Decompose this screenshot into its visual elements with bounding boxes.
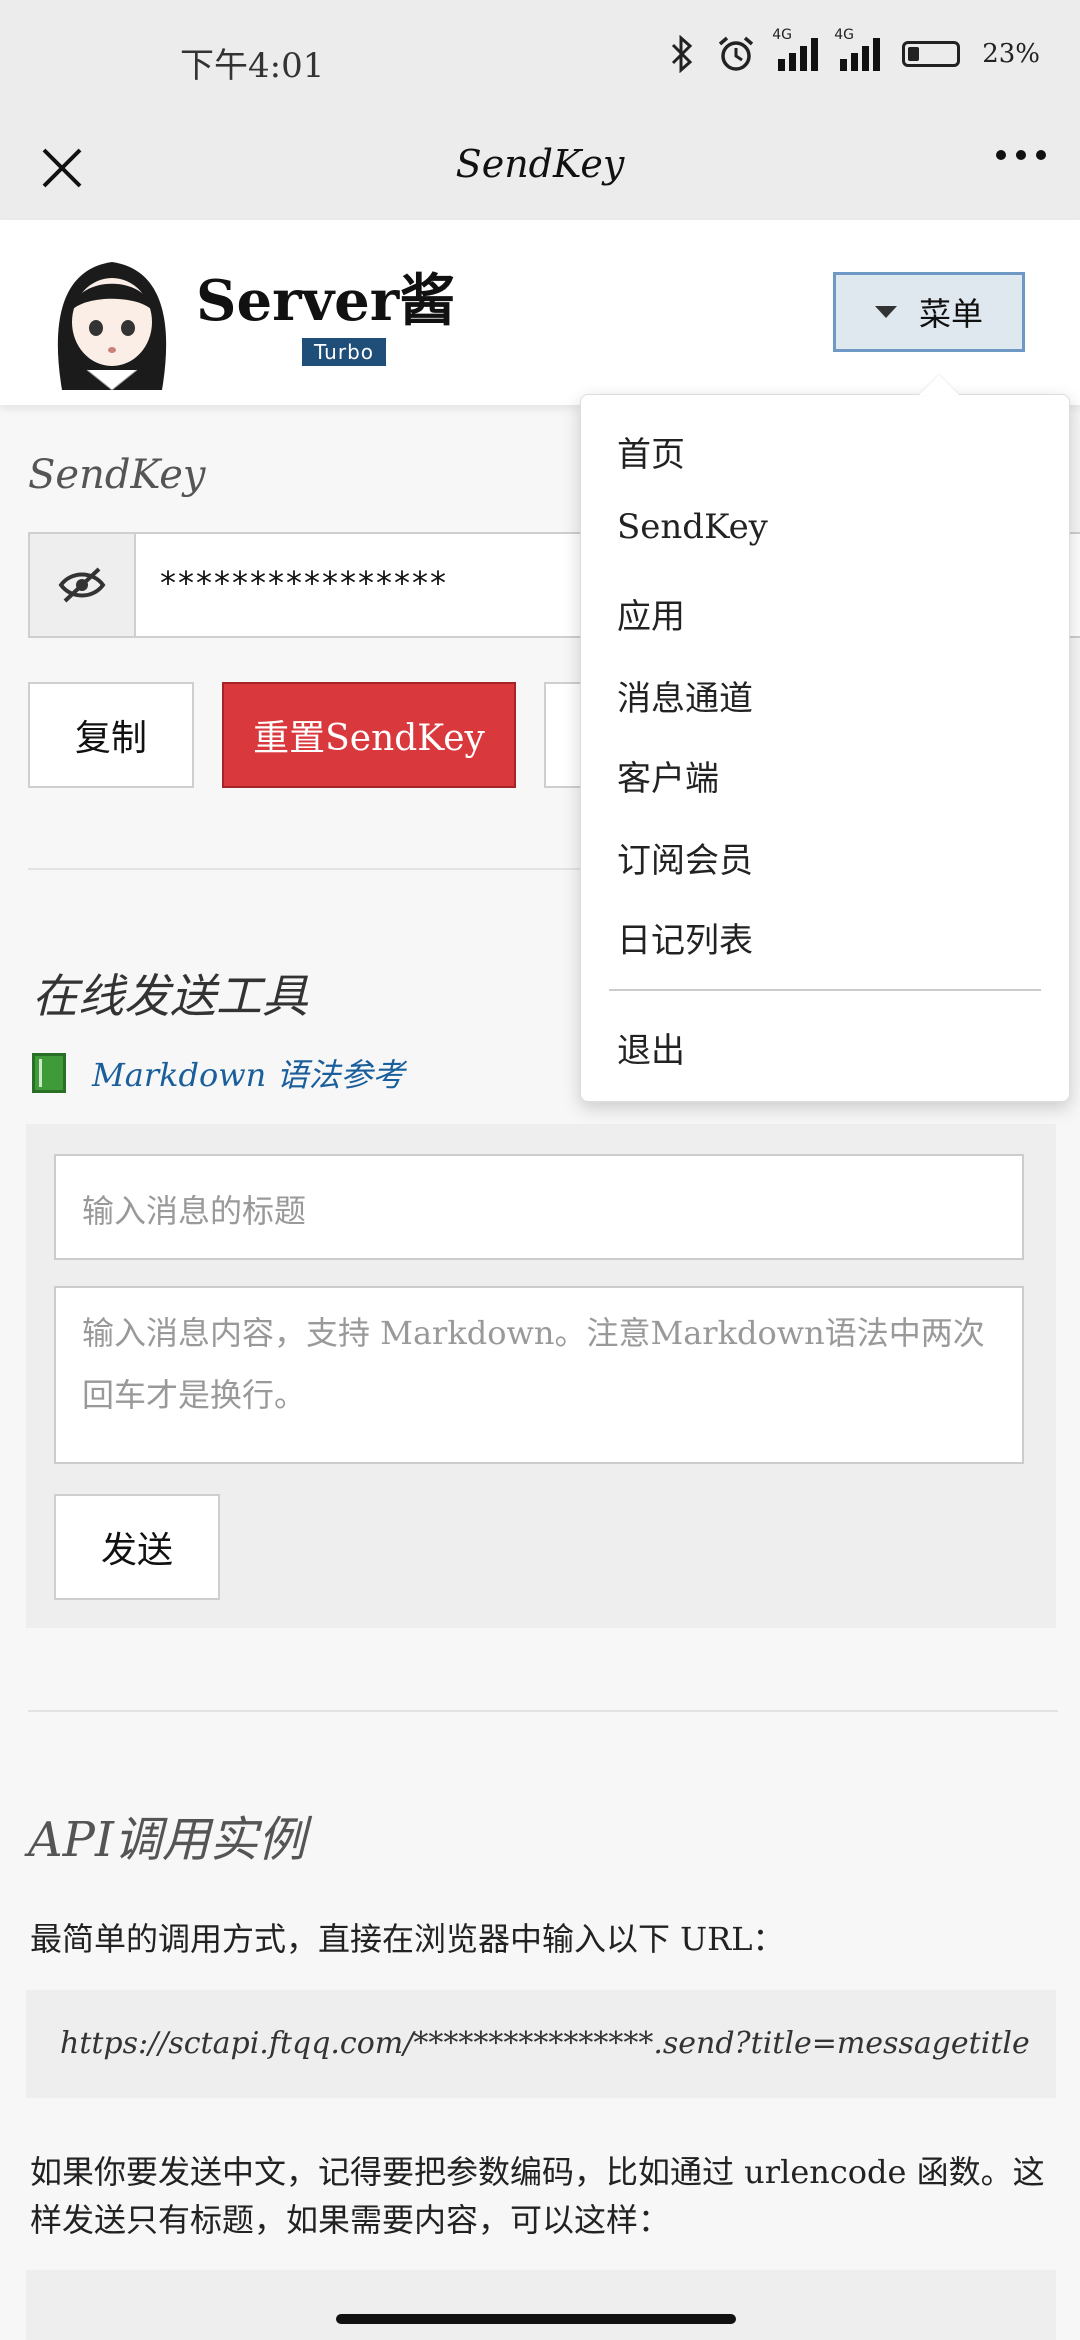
message-body-input[interactable]: 输入消息内容，支持 Markdown。注意Markdown语法中两次回车才是换行…	[54, 1286, 1024, 1464]
eye-slash-icon	[58, 567, 106, 603]
menu-item-subscription[interactable]: 订阅会员	[617, 833, 753, 882]
more-icon[interactable]	[996, 150, 1046, 160]
sendkey-section-title: SendKey	[28, 452, 206, 498]
menu-button[interactable]: 菜单	[833, 272, 1025, 352]
status-time: 下午4:01	[180, 46, 325, 86]
battery-icon	[902, 41, 961, 67]
site-header: Server酱 Turbo 菜单	[0, 220, 1080, 405]
menu-item-diary[interactable]: 日记列表	[617, 913, 753, 962]
markdown-reference-label: Markdown 语法参考	[92, 1056, 405, 1094]
reset-sendkey-button[interactable]: 重置SendKey	[222, 682, 516, 788]
send-button[interactable]: 发送	[54, 1494, 220, 1600]
network-type-label: 4G	[772, 27, 792, 43]
nav-bar: SendKey	[0, 120, 1080, 220]
bluetooth-icon	[672, 35, 693, 73]
markdown-reference-link[interactable]: Markdown 语法参考	[32, 1050, 404, 1096]
api-url: https://sctapi.ftqq.com/****************…	[60, 2026, 1030, 2061]
book-icon	[32, 1053, 66, 1093]
network-type-label: 4G	[834, 27, 854, 43]
battery-percent: 23%	[982, 39, 1040, 69]
api-description: 最简单的调用方式，直接在浏览器中输入以下 URL：	[30, 1920, 785, 1958]
message-title-input[interactable]: 输入消息的标题	[54, 1154, 1024, 1260]
brand-name[interactable]: Server酱	[196, 256, 455, 337]
status-bar: 下午4:01 4G 4G 23%	[0, 0, 1080, 120]
menu-item-logout[interactable]: 退出	[617, 1023, 685, 1072]
menu-item-sendkey[interactable]: SendKey	[617, 507, 768, 547]
menu-button-label: 菜单	[918, 295, 983, 333]
sendkey-value[interactable]: ****************	[160, 564, 448, 602]
api-encoding-note: 如果你要发送中文，记得要把参数编码，比如通过 urlencode 函数。这样发送…	[30, 2153, 1045, 2239]
code-block	[26, 2270, 1056, 2340]
dropdown-menu: 首页 SendKey 应用 消息通道 客户端 订阅会员 日记列表 退出	[580, 375, 1070, 1102]
dropdown-arrow	[919, 375, 959, 395]
signal-icon: 4G	[772, 27, 819, 71]
api-section-title: API调用实例	[28, 1812, 306, 1868]
home-indicator[interactable]	[336, 2314, 736, 2324]
section-divider	[28, 1710, 1058, 1712]
caret-down-icon	[874, 306, 897, 318]
menu-item-clients[interactable]: 客户端	[617, 751, 719, 800]
toggle-visibility-button[interactable]	[30, 534, 136, 636]
avatar	[57, 262, 167, 390]
menu-item-home[interactable]: 首页	[617, 427, 685, 476]
copy-button[interactable]: 复制	[28, 682, 194, 788]
code-block: https://sctapi.ftqq.com/****************…	[26, 1990, 1056, 2098]
online-tool-title: 在线发送工具	[32, 969, 308, 1023]
alarm-icon	[719, 36, 754, 71]
status-icons: 4G 4G 23%	[670, 27, 1040, 74]
menu-item-apps[interactable]: 应用	[617, 589, 685, 638]
signal-icon: 4G	[834, 27, 881, 71]
nav-title: SendKey	[455, 142, 625, 186]
turbo-badge: Turbo	[302, 338, 387, 366]
menu-divider	[609, 989, 1041, 991]
send-tool-panel: 输入消息的标题 输入消息内容，支持 Markdown。注意Markdown语法中…	[26, 1124, 1056, 1628]
menu-item-channels[interactable]: 消息通道	[617, 671, 753, 720]
